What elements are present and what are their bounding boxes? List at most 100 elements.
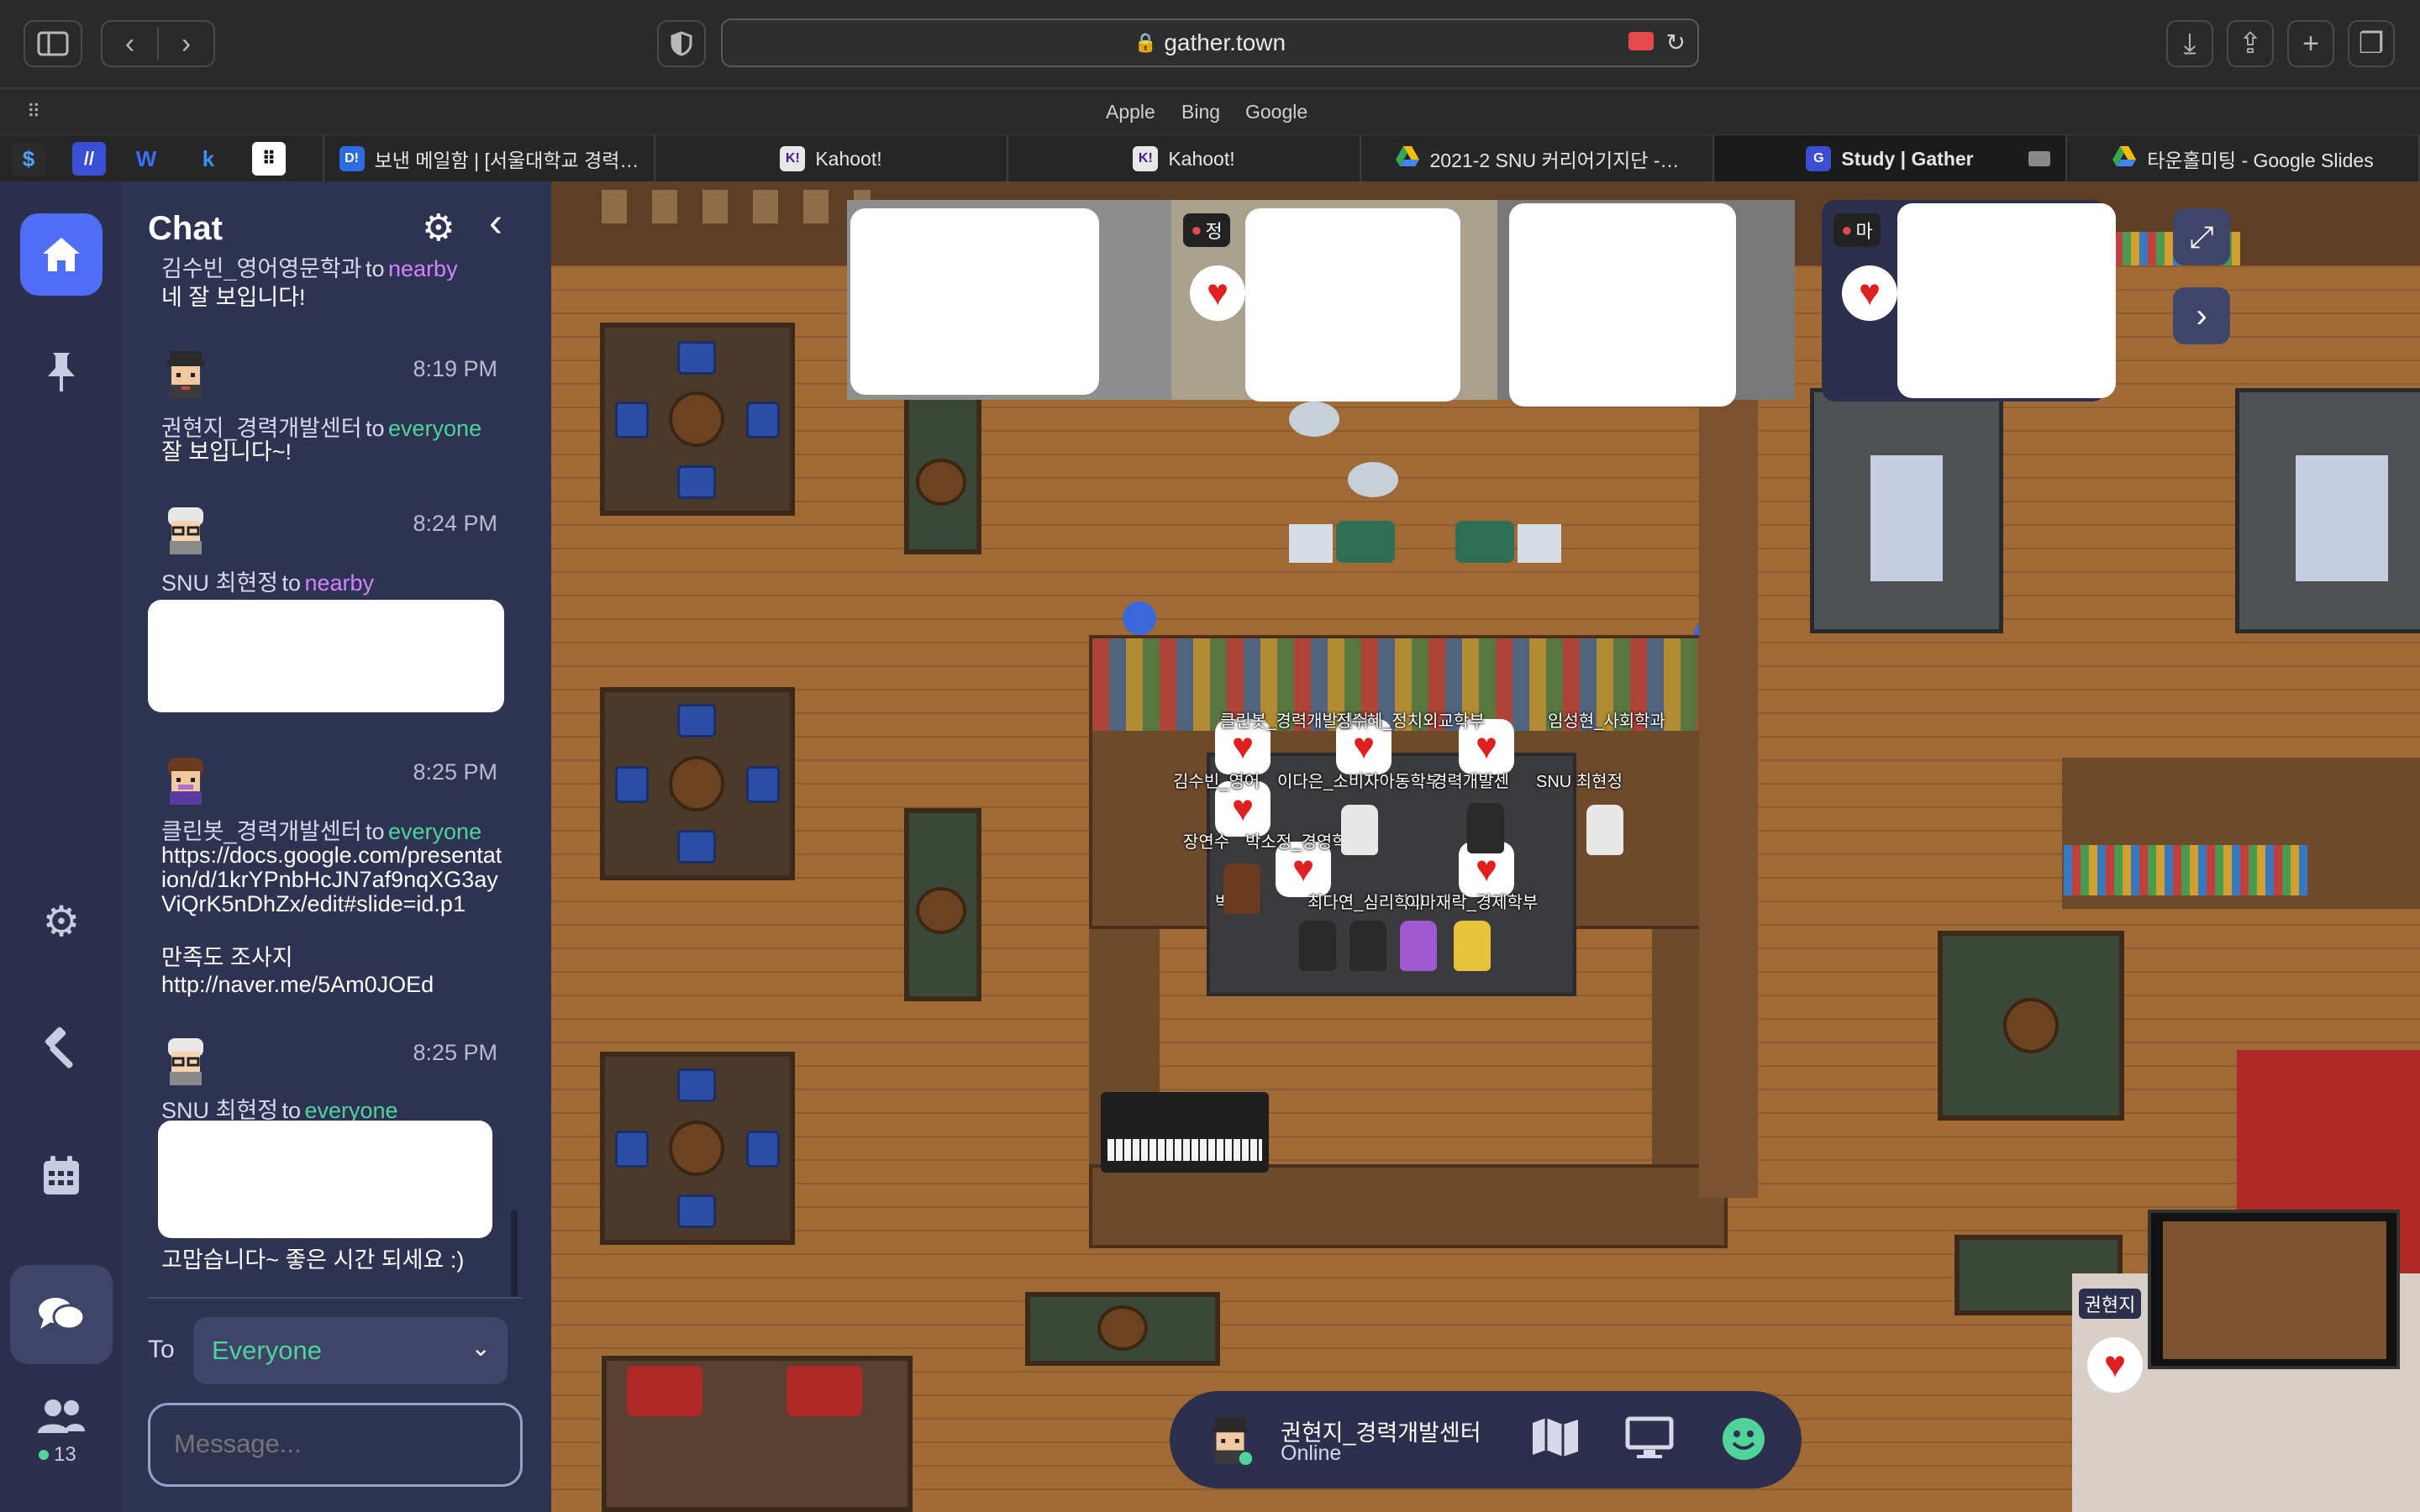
new-tab-icon[interactable]: + <box>2287 20 2334 67</box>
favorite-apple[interactable]: Apple <box>1106 101 1155 123</box>
emoji-icon[interactable] <box>1721 1416 1766 1466</box>
message-link[interactable]: https://docs.google.com/presentation/d/1… <box>161 843 506 916</box>
player-avatar[interactable] <box>1586 805 1623 855</box>
home-icon[interactable] <box>20 213 103 296</box>
player-avatar[interactable] <box>1341 805 1378 855</box>
screen-share-icon[interactable] <box>1625 1416 1674 1464</box>
piano <box>1101 1092 1269 1173</box>
meeting-table <box>1870 455 1943 581</box>
player-name-tag[interactable]: 임성현_사회학과 <box>1548 707 1665 732</box>
tab-overview-icon[interactable]: ❐ <box>2348 20 2395 67</box>
calendar-icon[interactable] <box>20 1134 103 1216</box>
tab-label: 2021-2 SNU 커리어기지단 -… <box>1429 150 1680 171</box>
share-icon[interactable]: ⇪ <box>2227 20 2274 67</box>
player-avatar[interactable] <box>1467 803 1504 853</box>
player-avatar[interactable] <box>1223 864 1260 914</box>
tab-drive[interactable]: 2021-2 SNU 커리어기지단 -… <box>1361 135 1714 182</box>
player-name-tag[interactable]: 장연수 <box>1183 828 1229 853</box>
minimap[interactable] <box>2148 1210 2400 1369</box>
build-hammer-icon[interactable] <box>20 1006 103 1089</box>
tab-mail[interactable]: D! 보낸 메일함 | [서울대학교 경력… <box>323 135 655 182</box>
player-name-tag[interactable]: SNU 최현정 <box>1536 768 1623 792</box>
user-avatar[interactable] <box>1203 1413 1257 1467</box>
tab-gather-active[interactable]: G Study | Gather <box>1714 135 2067 182</box>
gather-icon: G <box>1806 146 1832 171</box>
blue-chair <box>746 402 780 438</box>
blue-chair <box>677 704 716 738</box>
recipient-select[interactable]: Everyone ⌄ <box>193 1317 508 1384</box>
address-bar[interactable]: 🔒 gather.town ↻ <box>721 18 1699 67</box>
message-time: 8:25 PM <box>413 1040 497 1065</box>
player-avatar[interactable] <box>1349 921 1386 971</box>
avatar[interactable] <box>158 753 213 808</box>
player-avatar[interactable] <box>1400 921 1437 971</box>
downloads-icon[interactable]: ⤓ <box>2166 20 2213 67</box>
player-avatar[interactable] <box>1299 921 1336 971</box>
pin-icon[interactable] <box>20 331 103 413</box>
favorite-google[interactable]: Google <box>1245 101 1307 123</box>
chat-icon[interactable] <box>10 1265 113 1364</box>
google-drive-icon <box>1395 145 1420 172</box>
muted-badge: ● 정 <box>1183 213 1230 247</box>
red-armchair <box>786 1366 862 1416</box>
back-icon[interactable]: ‹ <box>103 28 157 60</box>
blue-chair <box>677 341 716 375</box>
player-name-tag[interactable]: 이다은_소비자아동학부 <box>1277 768 1441 792</box>
player-name-tag[interactable]: 김수빈_영어 <box>1173 768 1260 792</box>
player-name-tag[interactable]: 이마재락_경제학부 <box>1405 889 1538 913</box>
forward-icon[interactable]: › <box>159 28 213 60</box>
avatar[interactable] <box>158 502 213 558</box>
message-field[interactable] <box>172 1427 492 1461</box>
privacy-shield-icon[interactable] <box>657 20 706 67</box>
message-header: 권현지_경력개발센터 to everyone <box>161 410 481 443</box>
blue-chair <box>615 402 649 438</box>
reload-icon[interactable]: ↻ <box>1666 29 1686 56</box>
favorite-bing[interactable]: Bing <box>1181 101 1220 123</box>
avatar[interactable] <box>158 1033 213 1089</box>
muted-badge: ● 마 <box>1833 213 1881 247</box>
redacted-video <box>1897 203 2116 398</box>
blue-chair <box>615 766 649 803</box>
tab-kahoot-1[interactable]: K! Kahoot! <box>655 135 1008 182</box>
message-link[interactable]: http://naver.me/5Am0JOEd <box>161 973 434 997</box>
stage-front <box>1089 1164 1728 1248</box>
blue-chair <box>677 830 716 864</box>
picture-frames <box>602 190 871 223</box>
player-avatar[interactable] <box>1454 921 1491 971</box>
redacted-video <box>1245 208 1460 402</box>
map-icon[interactable] <box>1531 1416 1580 1462</box>
pinned-tab-4[interactable]: k <box>192 142 225 176</box>
grid-icon[interactable]: ⠿ <box>27 101 41 123</box>
participants-icon[interactable] <box>20 1383 103 1450</box>
next-chevron-icon[interactable]: › <box>2173 287 2230 344</box>
pinned-tab-1[interactable]: $ <box>12 142 45 176</box>
player-name-tag[interactable]: 정수혜_정치외교학부 <box>1336 707 1485 732</box>
chat-scrollbar[interactable] <box>511 1210 518 1297</box>
online-dot <box>39 1450 49 1460</box>
heart-reaction-icon: ♥ <box>1842 265 1897 321</box>
browser-toolbar: ‹ › 🔒 gather.town ↻ ⤓ ⇪ + ❐ <box>0 0 2420 87</box>
pinned-tab-5[interactable]: ⠿ <box>252 142 286 176</box>
expand-icon[interactable]: ⤢ <box>2173 208 2230 265</box>
redacted-message <box>158 1121 492 1238</box>
game-map[interactable]: ● 정 ● 마 ⤢ › ♥ ♥ ♥ ♥ ♥ ♥ ♥ ♥ 클린봇_경력개발센터 정… <box>551 181 2420 1512</box>
chat-settings-gear-icon[interactable]: ⚙ <box>422 207 455 249</box>
collapse-chevron-icon[interactable]: ‹ <box>489 200 502 246</box>
divider <box>148 1297 523 1299</box>
recipient-everyone: everyone <box>388 819 482 844</box>
url-text: gather.town <box>1164 29 1286 55</box>
pinned-tab-3[interactable]: W <box>129 142 163 176</box>
chair <box>1518 524 1561 563</box>
tab-kahoot-2[interactable]: K! Kahoot! <box>1008 135 1361 182</box>
cafe-table <box>1289 402 1339 437</box>
tab-icon-mail: D! <box>339 146 365 171</box>
settings-gear-icon[interactable]: ⚙ <box>20 880 103 963</box>
message-input[interactable] <box>148 1403 523 1487</box>
user-status: Online <box>1281 1441 1342 1465</box>
player-name-tag[interactable]: 경력개발센 <box>1432 768 1509 792</box>
sidebar-toggle-icon[interactable] <box>24 20 82 67</box>
tab-bar: $ // W k ⠿ D! 보낸 메일함 | [서울대학교 경력… K! Kah… <box>0 134 2420 182</box>
avatar[interactable] <box>158 346 213 402</box>
pinned-tab-2[interactable]: // <box>72 142 106 176</box>
tab-slides[interactable]: 타운홀미팅 - Google Slides <box>2067 135 2420 182</box>
